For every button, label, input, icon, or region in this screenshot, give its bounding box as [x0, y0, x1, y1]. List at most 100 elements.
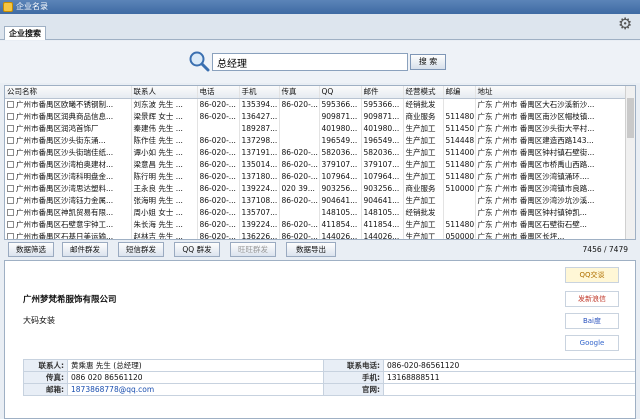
table-cell — [279, 122, 320, 134]
table-cell: 广东 广州市 番禺区市桥禹山西路... — [475, 158, 626, 170]
row-checkbox[interactable] — [7, 184, 14, 192]
table-cell: 广东 广州市 番禺区建造西路143... — [475, 134, 626, 146]
column-header[interactable]: QQ — [319, 86, 362, 99]
column-header[interactable]: 邮件 — [361, 86, 404, 99]
table-cell: 514448 — [443, 134, 476, 146]
company-detail-panel: 广州梦梵希服饰有限公司 大码女装 QQ交谈 发新浪信 Bai度 Google 联… — [4, 260, 636, 419]
mobile-value: 13168888511 — [383, 371, 635, 384]
bulk-email-button[interactable]: 邮件群发 — [62, 242, 108, 257]
row-checkbox[interactable] — [7, 160, 14, 168]
export-data-button[interactable]: 数据导出 — [286, 242, 336, 257]
table-row[interactable]: 广州市番禺区沙湾思达塑料... 王永良 先生 ... 86-020-... 13922… — [5, 182, 626, 194]
table-cell: 王永良 先生 ... — [131, 182, 198, 194]
company-name-cell: 广州市番禺区沙湾科明盘金... — [16, 171, 114, 181]
row-checkbox[interactable] — [7, 124, 14, 132]
table-cell: 135394... — [239, 98, 280, 110]
row-checkbox[interactable] — [7, 112, 14, 120]
table-cell: 广州市番禺区欧曦不锈钢制... — [5, 98, 132, 110]
email-value[interactable]: 1873868778@qq.com — [67, 383, 324, 396]
filter-data-button[interactable]: 数据筛选 — [8, 242, 54, 257]
company-name-cell: 广州市番禺区润典商品信息... — [16, 111, 114, 121]
table-cell: 86-020-... — [279, 158, 320, 170]
column-header[interactable]: 手机 — [239, 86, 280, 99]
table-row[interactable]: 广州市番禺区润鸿首饰厂 秦建伟 先生 ... 189287... 401980... 4… — [5, 122, 626, 134]
column-header[interactable]: 邮编 — [443, 86, 476, 99]
table-cell: 401980... — [361, 122, 404, 134]
table-cell: 86-020-... — [197, 194, 240, 206]
contact-links: QQ交谈 发新浪信 Bai度 Google — [561, 263, 621, 355]
window-titlebar: 企业名录 — [0, 0, 640, 14]
table-row[interactable]: 广州市番禺区石基日美运输... 赵林吉 先生 ... 86-020-... 13622… — [5, 230, 626, 240]
bulk-wangwang-button[interactable]: 旺旺群发 — [230, 242, 276, 257]
column-header[interactable]: 地址 — [475, 86, 626, 99]
column-header[interactable]: 公司名称 — [5, 86, 132, 99]
table-header-row: 公司名称 联系人 电话 手机 传真 QQ 邮件 经营模式 邮编 地址 — [5, 86, 626, 99]
bulk-sms-button[interactable]: 短信群发 — [118, 242, 164, 257]
row-checkbox[interactable] — [7, 172, 14, 180]
qq-chat-link[interactable]: QQ交谈 — [565, 267, 619, 283]
table-row[interactable]: 广州市番禺区沙头街瑞佳纸... 谭小如 先生 ... 86-020-... 13719… — [5, 146, 626, 158]
table-cell: 139224... — [239, 182, 280, 194]
gear-icon[interactable]: ⚙ — [618, 16, 634, 32]
row-checkbox[interactable] — [7, 148, 14, 156]
company-name-cell: 广州市番禺区石基日美运输... — [16, 231, 114, 240]
table-cell: 86-020-... — [197, 230, 240, 239]
table-cell: 511480 — [443, 170, 476, 182]
table-cell: 86-020-... — [197, 98, 240, 110]
row-checkbox[interactable] — [7, 136, 14, 144]
row-checkbox[interactable] — [7, 208, 14, 216]
table-cell: 秦建伟 先生 ... — [131, 122, 198, 134]
website-value[interactable] — [383, 383, 635, 396]
table-cell: 生产加工 — [403, 158, 444, 170]
window-title: 企业名录 — [16, 2, 48, 11]
table-cell: 595366... — [319, 98, 362, 110]
table-row[interactable]: 广州市番禺区沙湾柏奥建材... 梁意昌 先生 ... 86-020-... 13501… — [5, 158, 626, 170]
table-cell: 广东 广州市 番禺区大石沙溪新沙... — [475, 98, 626, 110]
column-header[interactable]: 联系人 — [131, 86, 198, 99]
table-cell: 137108... — [239, 194, 280, 206]
table-cell: 广州市番禺区沙头街东涌... — [5, 134, 132, 146]
table-cell: 广东 广州市 番禺区长坪... — [475, 230, 626, 239]
table-row[interactable]: 广州市番禺区石壁意宇钟工... 朱长海 先生 ... 86-020-... 13922… — [5, 218, 626, 230]
row-checkbox[interactable] — [7, 232, 14, 239]
table-cell: 139224... — [239, 218, 280, 230]
table-cell: 86-020-... — [279, 98, 320, 110]
phone-value: 086-020-86561120 — [383, 359, 635, 372]
table-row[interactable]: 广州市番禺区沙头街东涌... 陈作佳 先生 ... 86-020-... 137298… — [5, 134, 626, 146]
tab-company-search[interactable]: 企业搜索 — [4, 26, 46, 40]
table-row[interactable]: 广州市番禺区欧曦不锈钢制... 刘东波 先生 ... 86-020-... 13539… — [5, 98, 626, 110]
row-checkbox[interactable] — [7, 220, 14, 228]
google-link[interactable]: Google — [565, 335, 619, 351]
table-cell: 595366... — [361, 98, 404, 110]
baidu-link[interactable]: Bai度 — [565, 313, 619, 329]
row-checkbox[interactable] — [7, 100, 14, 108]
column-header[interactable]: 传真 — [279, 86, 320, 99]
table-cell: 510000 — [443, 182, 476, 194]
column-header[interactable]: 电话 — [197, 86, 240, 99]
search-button[interactable]: 搜 索 — [410, 54, 446, 70]
table-cell: 86-020-... — [197, 182, 240, 194]
table-cell: 511450 — [443, 122, 476, 134]
table-row[interactable]: 广州市番禺区神凯贸易有限... 周小姐 女士 ... 86-020-... 13570… — [5, 206, 626, 218]
column-header[interactable]: 经营模式 — [403, 86, 444, 99]
table-cell: 904641... — [319, 194, 362, 206]
table-cell: 张海明 先生 ... — [131, 194, 198, 206]
table-cell: 经销批发 — [403, 98, 444, 110]
table-cell: 广州市番禺区神凯贸易有限... — [5, 206, 132, 218]
scrollbar-thumb[interactable] — [627, 98, 634, 138]
search-icon — [189, 51, 210, 72]
sina-mail-link[interactable]: 发新浪信 — [565, 291, 619, 307]
search-input[interactable] — [212, 53, 408, 71]
table-cell: 144026... — [319, 230, 362, 239]
bulk-qq-button[interactable]: QQ 群发 — [174, 242, 220, 257]
table-cell: 86-020-... — [197, 218, 240, 230]
table-row[interactable]: 广州市番禺区沙湾钰力金属... 张海明 先生 ... 86-020-... 13710… — [5, 194, 626, 206]
table-row[interactable]: 广州市番禺区沙湾科明盘金... 陈行明 先生 ... 86-020-... 13718… — [5, 170, 626, 182]
table-row[interactable]: 广州市番禺区润典商品信息... 梁景辉 女士 ... 86-020-... 13642… — [5, 110, 626, 122]
row-checkbox[interactable] — [7, 196, 14, 204]
table-cell: 广东 广州市 番禺区沙湾沙坑沙溪... — [475, 194, 626, 206]
contact-label: 联系人: — [23, 359, 68, 372]
company-name-cell: 广州市番禺区石壁意宇钟工... — [16, 219, 114, 229]
vertical-scrollbar[interactable] — [625, 86, 635, 239]
app-icon — [3, 2, 13, 12]
